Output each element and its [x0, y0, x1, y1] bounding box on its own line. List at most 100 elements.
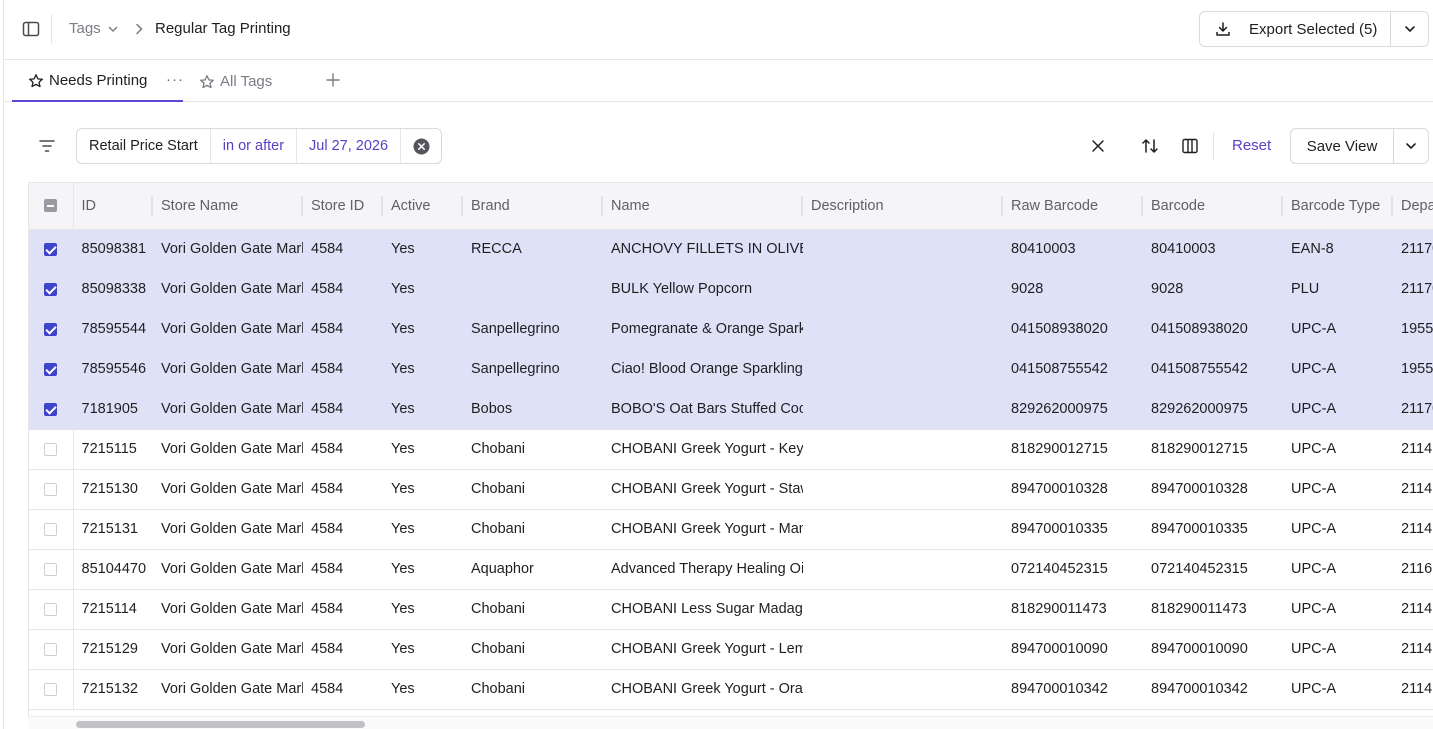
scrollbar-thumb[interactable]: [76, 721, 365, 728]
table-cell[interactable]: 041508755542: [1143, 349, 1283, 390]
table-cell[interactable]: [463, 269, 603, 310]
table-cell[interactable]: UPC-A: [1283, 309, 1393, 350]
table-cell[interactable]: Chobani: [463, 469, 603, 510]
save-view-button[interactable]: Save View: [1291, 138, 1393, 155]
table-row[interactable]: 7215131 Vori Golden Gate Mark 4584 Yes Choba…: [29, 509, 1433, 550]
table-cell[interactable]: 7215129: [73, 629, 153, 670]
table-cell[interactable]: CHOBANI Greek Yogurt - Key: [603, 429, 803, 470]
table-cell[interactable]: 2114: [1393, 629, 1433, 670]
table-cell[interactable]: Vori Golden Gate Mark: [153, 269, 303, 310]
table-cell[interactable]: Vori Golden Gate Mark: [153, 589, 303, 630]
table-cell[interactable]: 85098381: [73, 229, 153, 270]
table-cell[interactable]: 894700010335: [1003, 509, 1143, 550]
table-cell[interactable]: 829262000975: [1003, 389, 1143, 430]
row-checkbox[interactable]: [29, 589, 74, 630]
table-row[interactable]: 85098338 Vori Golden Gate Mark 4584 Yes BULK…: [29, 269, 1433, 310]
table-cell[interactable]: 7215131: [73, 509, 153, 550]
table-cell[interactable]: PLU: [1283, 269, 1393, 310]
table-cell[interactable]: 4584: [303, 389, 383, 430]
tab-more-options[interactable]: ···: [166, 71, 184, 88]
table-cell[interactable]: [803, 669, 1003, 710]
table-cell[interactable]: 829262000975: [1143, 389, 1283, 430]
table-cell[interactable]: 894700010342: [1003, 669, 1143, 710]
table-cell[interactable]: 7215114: [73, 589, 153, 630]
table-cell[interactable]: 2114: [1393, 429, 1433, 470]
table-cell[interactable]: 9028: [1143, 269, 1283, 310]
column-header[interactable]: Store Name: [153, 183, 303, 230]
table-cell[interactable]: [803, 629, 1003, 670]
table-cell[interactable]: [803, 589, 1003, 630]
table-cell[interactable]: Sanpellegrino: [463, 309, 603, 350]
table-row[interactable]: 78595544 Vori Golden Gate Mark 4584 Yes Sanp…: [29, 309, 1433, 350]
table-row[interactable]: 7215129 Vori Golden Gate Mark 4584 Yes Choba…: [29, 629, 1433, 670]
sort-arrows-icon[interactable]: [1140, 136, 1160, 156]
table-cell[interactable]: CHOBANI Greek Yogurt - Orar: [603, 669, 803, 710]
table-cell[interactable]: Aquaphor: [463, 549, 603, 590]
table-cell[interactable]: [803, 349, 1003, 390]
table-cell[interactable]: 7181905: [73, 389, 153, 430]
table-cell[interactable]: 072140452315: [1143, 549, 1283, 590]
table-cell[interactable]: UPC-A: [1283, 589, 1393, 630]
column-header[interactable]: ID: [73, 183, 153, 230]
table-cell[interactable]: CHOBANI Greek Yogurt - Staw: [603, 469, 803, 510]
table-row[interactable]: 7215130 Vori Golden Gate Mark 4584 Yes Choba…: [29, 469, 1433, 510]
table-cell[interactable]: Bobos: [463, 389, 603, 430]
table-cell[interactable]: UPC-A: [1283, 389, 1393, 430]
table-cell[interactable]: Sanpellegrino: [463, 349, 603, 390]
table-cell[interactable]: CHOBANI Less Sugar Madaga: [603, 589, 803, 630]
table-row[interactable]: 7181905 Vori Golden Gate Mark 4584 Yes Bobos…: [29, 389, 1433, 430]
table-cell[interactable]: 1955: [1393, 309, 1433, 350]
row-checkbox[interactable]: [29, 669, 74, 710]
table-cell[interactable]: 1955: [1393, 349, 1433, 390]
breadcrumb-tags[interactable]: Tags: [69, 20, 119, 37]
table-cell[interactable]: Vori Golden Gate Mark: [153, 509, 303, 550]
table-cell[interactable]: CHOBANI Greek Yogurt - Lem: [603, 629, 803, 670]
table-cell[interactable]: 818290011473: [1003, 589, 1143, 630]
row-checkbox[interactable]: [29, 309, 74, 350]
row-checkbox[interactable]: [29, 549, 74, 590]
table-cell[interactable]: 818290011473: [1143, 589, 1283, 630]
table-cell[interactable]: 072140452315: [1003, 549, 1143, 590]
table-cell[interactable]: 4584: [303, 549, 383, 590]
table-cell[interactable]: Vori Golden Gate Mark: [153, 669, 303, 710]
table-cell[interactable]: 7215115: [73, 429, 153, 470]
reset-button[interactable]: Reset: [1232, 137, 1271, 154]
table-cell[interactable]: Vori Golden Gate Mark: [153, 309, 303, 350]
table-cell[interactable]: Yes: [383, 389, 463, 430]
table-cell[interactable]: Ciao! Blood Orange Sparkling: [603, 349, 803, 390]
table-cell[interactable]: Vori Golden Gate Mark: [153, 349, 303, 390]
table-cell[interactable]: 2114: [1393, 509, 1433, 550]
filter-value[interactable]: Jul 27, 2026: [297, 129, 402, 163]
row-checkbox[interactable]: [29, 629, 74, 670]
table-cell[interactable]: UPC-A: [1283, 629, 1393, 670]
table-cell[interactable]: 894700010342: [1143, 669, 1283, 710]
table-cell[interactable]: UPC-A: [1283, 469, 1393, 510]
table-cell[interactable]: Vori Golden Gate Mark: [153, 429, 303, 470]
table-cell[interactable]: 894700010090: [1003, 629, 1143, 670]
columns-icon[interactable]: [1180, 136, 1200, 156]
table-row[interactable]: 7215115 Vori Golden Gate Mark 4584 Yes Choba…: [29, 429, 1433, 470]
table-cell[interactable]: [803, 269, 1003, 310]
filter-field[interactable]: Retail Price Start: [77, 129, 211, 163]
column-header[interactable]: Raw Barcode: [1003, 183, 1143, 230]
table-cell[interactable]: 78595546: [73, 349, 153, 390]
table-cell[interactable]: CHOBANI Greek Yogurt - Man: [603, 509, 803, 550]
table-row[interactable]: 85098381 Vori Golden Gate Mark 4584 Yes RECC…: [29, 229, 1433, 270]
clear-filter-button[interactable]: [401, 129, 441, 163]
column-header[interactable]: Barcode: [1143, 183, 1283, 230]
row-checkbox[interactable]: [29, 469, 74, 510]
table-cell[interactable]: Chobani: [463, 429, 603, 470]
table-cell[interactable]: [803, 469, 1003, 510]
table-cell[interactable]: UPC-A: [1283, 549, 1393, 590]
table-cell[interactable]: 894700010328: [1143, 469, 1283, 510]
table-cell[interactable]: RECCA: [463, 229, 603, 270]
column-header[interactable]: Depa: [1393, 183, 1433, 230]
table-cell[interactable]: BOBO'S Oat Bars Stuffed Coc: [603, 389, 803, 430]
table-cell[interactable]: Yes: [383, 589, 463, 630]
table-cell[interactable]: Chobani: [463, 509, 603, 550]
table-cell[interactable]: Chobani: [463, 669, 603, 710]
filter-operator[interactable]: in or after: [211, 129, 298, 163]
tab-needs-printing[interactable]: Needs Printing: [12, 61, 183, 102]
table-cell[interactable]: Yes: [383, 469, 463, 510]
close-icon[interactable]: [1089, 137, 1107, 155]
